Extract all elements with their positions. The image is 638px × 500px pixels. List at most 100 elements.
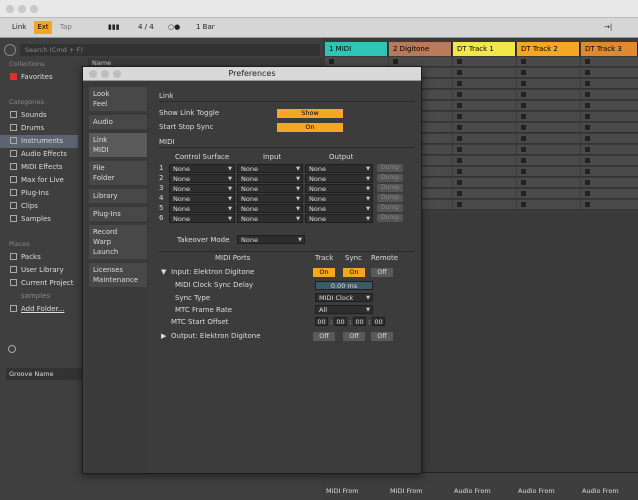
output-select[interactable]: None	[305, 214, 373, 224]
mtc-offset-frames[interactable]: 00	[372, 317, 385, 326]
time-signature[interactable]: 4 / 4	[138, 23, 154, 31]
clip-slot[interactable]	[517, 68, 580, 78]
sidebar-item-plug-ins[interactable]: Plug-Ins	[0, 187, 78, 200]
clip-slot[interactable]	[517, 101, 580, 111]
clip-slot[interactable]	[581, 123, 638, 133]
add-folder-button[interactable]: Add Folder...	[0, 303, 78, 316]
show-link-toggle-button[interactable]: Show	[277, 109, 343, 118]
clip-slot[interactable]	[517, 200, 580, 210]
track-header-dt-track-1[interactable]: DT Track 1	[453, 42, 516, 56]
input-track-toggle[interactable]: On	[313, 268, 335, 277]
mtc-offset-minutes[interactable]: 00	[334, 317, 347, 326]
clip-slot[interactable]	[517, 134, 580, 144]
clip-slot[interactable]	[517, 189, 580, 199]
clip-slot[interactable]	[453, 134, 516, 144]
input-remote-toggle[interactable]: Off	[371, 268, 393, 277]
dump-button[interactable]: Dump	[377, 164, 403, 172]
sync-type-select[interactable]: MIDI Clock	[315, 293, 373, 303]
tab-audio[interactable]: Audio	[89, 115, 147, 129]
clip-slot[interactable]	[453, 90, 516, 100]
clip-slot[interactable]	[517, 79, 580, 89]
dump-button[interactable]: Dump	[377, 174, 403, 182]
clip-slot[interactable]	[581, 167, 638, 177]
control-surface-select[interactable]: None	[169, 174, 235, 184]
quantization-menu[interactable]: 1 Bar	[196, 23, 215, 31]
clip-slot[interactable]	[581, 156, 638, 166]
clip-slot[interactable]	[581, 68, 638, 78]
dump-button[interactable]: Dump	[377, 194, 403, 202]
clip-slot[interactable]	[453, 145, 516, 155]
tab-file-folder[interactable]: File Folder	[89, 161, 147, 185]
search-input[interactable]: Search (Cmd + F)	[20, 44, 320, 56]
close-dialog-button[interactable]	[89, 70, 97, 78]
midi-clock-sync-delay-field[interactable]: 0.00 ms	[315, 281, 373, 290]
ext-sync-button[interactable]: Ext	[34, 21, 52, 34]
track-header-2-digitone[interactable]: 2 Digitone	[389, 42, 452, 56]
sidebar-item-favorites[interactable]: Favorites	[0, 71, 78, 84]
sidebar-item-midi-effects[interactable]: MIDI Effects	[0, 161, 78, 174]
tab-link-midi[interactable]: Link MIDI	[89, 133, 147, 157]
input-select[interactable]: None	[237, 164, 303, 174]
track-header-dt-track-3[interactable]: DT Track 3	[581, 42, 638, 56]
clip-slot[interactable]	[453, 167, 516, 177]
output-track-toggle[interactable]: Off	[313, 332, 335, 341]
sidebar-item-drums[interactable]: Drums	[0, 122, 78, 135]
sidebar-item-clips[interactable]: Clips	[0, 200, 78, 213]
input-select[interactable]: None	[237, 174, 303, 184]
tap-button[interactable]: Tap	[60, 23, 72, 31]
input-sync-toggle[interactable]: On	[343, 268, 365, 277]
sidebar-item-audio-effects[interactable]: Audio Effects	[0, 148, 78, 161]
sidebar-item-user-library[interactable]: User Library	[0, 264, 78, 277]
clip-slot[interactable]	[517, 123, 580, 133]
clip-slot[interactable]	[517, 90, 580, 100]
start-stop-sync-button[interactable]: On	[277, 123, 343, 132]
output-select[interactable]: None	[305, 204, 373, 214]
clip-slot[interactable]	[517, 112, 580, 122]
dump-button[interactable]: Dump	[377, 214, 403, 222]
clip-slot[interactable]	[453, 189, 516, 199]
output-select[interactable]: None	[305, 174, 373, 184]
sidebar-item-instruments[interactable]: Instruments	[0, 135, 78, 148]
clip-slot[interactable]	[581, 189, 638, 199]
takeover-mode-select[interactable]: None	[237, 235, 305, 245]
mtc-frame-rate-select[interactable]: All	[315, 305, 373, 315]
input-expand-icon[interactable]: ▼	[161, 268, 166, 276]
input-select[interactable]: None	[237, 184, 303, 194]
output-select[interactable]: None	[305, 194, 373, 204]
mtc-offset-hours[interactable]: 00	[315, 317, 328, 326]
output-expand-icon[interactable]: ▶	[161, 332, 166, 340]
sidebar-item-packs[interactable]: Packs	[0, 251, 78, 264]
dump-button[interactable]: Dump	[377, 204, 403, 212]
clip-slot[interactable]	[581, 178, 638, 188]
clip-slot[interactable]	[581, 112, 638, 122]
clip-slot[interactable]	[581, 101, 638, 111]
clip-slot[interactable]	[517, 167, 580, 177]
dump-button[interactable]: Dump	[377, 184, 403, 192]
clip-slot[interactable]	[453, 57, 516, 67]
browser-toggle-icon[interactable]	[4, 44, 16, 56]
control-surface-select[interactable]: None	[169, 194, 235, 204]
input-select[interactable]: None	[237, 214, 303, 224]
clip-slot[interactable]	[517, 57, 580, 67]
track-header-1-midi[interactable]: 1 MIDI	[325, 42, 388, 56]
clip-slot[interactable]	[581, 79, 638, 89]
output-select[interactable]: None	[305, 184, 373, 194]
clip-slot[interactable]	[453, 68, 516, 78]
tab-look-feel[interactable]: Look Feel	[89, 87, 147, 111]
clip-slot[interactable]	[517, 145, 580, 155]
input-select[interactable]: None	[237, 204, 303, 214]
close-window-button[interactable]	[6, 5, 14, 13]
minimize-dialog-button[interactable]	[101, 70, 109, 78]
clip-slot[interactable]	[581, 200, 638, 210]
follow-icon[interactable]: →|	[604, 23, 612, 31]
clip-slot[interactable]	[581, 90, 638, 100]
control-surface-select[interactable]: None	[169, 184, 235, 194]
clip-slot[interactable]	[453, 178, 516, 188]
groove-hot-swap-icon[interactable]	[8, 345, 16, 353]
clip-slot[interactable]	[581, 145, 638, 155]
tab-licenses-maintenance[interactable]: Licenses Maintenance	[89, 263, 147, 287]
track-header-dt-track-2[interactable]: DT Track 2	[517, 42, 580, 56]
clip-slot[interactable]	[453, 123, 516, 133]
metronome-icon[interactable]: ▮▮▮	[108, 23, 120, 31]
clip-slot[interactable]	[581, 57, 638, 67]
